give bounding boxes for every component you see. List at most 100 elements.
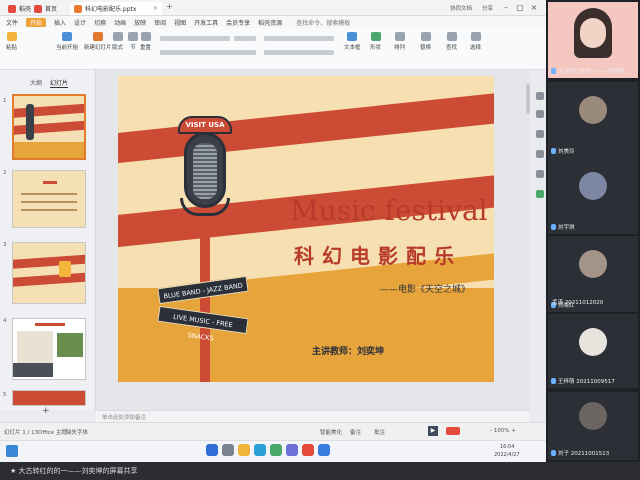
share-screen-icon[interactable]: [536, 130, 544, 138]
replace-label: 替换: [420, 45, 432, 51]
menu-developer[interactable]: 开发工具: [194, 18, 218, 27]
paste-button[interactable]: 粘贴: [6, 32, 17, 51]
play-slideshow-icon[interactable]: ▶: [428, 426, 438, 436]
current-slide[interactable]: VISIT USA BLUE BAND - JAZZ BAND LIVE MUS…: [118, 76, 494, 382]
window-tab-label: 首页: [45, 6, 58, 13]
paste-icon: [6, 32, 17, 41]
new-slide-icon: [92, 32, 103, 41]
menu-transition[interactable]: 切换: [94, 18, 106, 27]
menu-review[interactable]: 审阅: [154, 18, 166, 27]
record-icon[interactable]: [536, 150, 544, 158]
font-name-select[interactable]: [160, 36, 230, 41]
search-icon[interactable]: [222, 444, 234, 456]
windows-start-icon[interactable]: [6, 445, 18, 457]
slide-thumbnail-1[interactable]: [12, 94, 86, 160]
minimize-icon[interactable]: –: [500, 2, 512, 13]
slide-thumbnail-4[interactable]: [12, 318, 86, 380]
menu-view[interactable]: 视图: [174, 18, 186, 27]
start-menu-icon[interactable]: [206, 444, 218, 456]
menu-start[interactable]: 开始: [26, 17, 47, 27]
members-icon[interactable]: [536, 110, 544, 118]
wps-icon[interactable]: [302, 444, 314, 456]
layout-button[interactable]: 版式: [112, 32, 123, 51]
file-explorer-icon[interactable]: [238, 444, 250, 456]
menu-member[interactable]: 会员专享: [226, 18, 250, 27]
settings-icon[interactable]: [536, 170, 544, 178]
close-tab-icon[interactable]: ×: [153, 5, 158, 12]
participant-name: 王梓萌 20211009517: [551, 377, 615, 385]
status-bar: 幻灯片 1 / 13 Office 主题 缺失字体 智能美化 备注 批注 ▶ -…: [0, 422, 546, 440]
menu-animation[interactable]: 动画: [114, 18, 126, 27]
textbox-button[interactable]: 文本框: [344, 32, 361, 51]
new-tab-button[interactable]: +: [166, 2, 173, 11]
play-current-button[interactable]: 当前开始: [56, 32, 78, 51]
shape-button[interactable]: 形状: [370, 32, 381, 51]
window-tab-home[interactable]: 首页: [30, 2, 61, 15]
mic-icon: [551, 224, 556, 230]
participant-name: 刘美玲: [551, 147, 575, 155]
chrome-icon[interactable]: [270, 444, 282, 456]
notes-field[interactable]: 单击此处添加备注: [96, 410, 530, 422]
wps-ime-icon[interactable]: [446, 427, 460, 435]
tab-outline[interactable]: 大纲: [30, 78, 42, 87]
notes-toggle-button[interactable]: 备注: [350, 428, 361, 436]
slide-number: 2: [3, 170, 7, 176]
apps-icon[interactable]: [536, 190, 544, 198]
find-button[interactable]: 查找: [446, 32, 457, 51]
store-icon[interactable]: [286, 444, 298, 456]
font-style-tools[interactable]: [160, 50, 256, 55]
reset-button[interactable]: 重置: [140, 32, 151, 51]
avatar: [579, 250, 607, 278]
new-slide-label: 新建幻灯片: [84, 45, 112, 51]
meeting-app-icon[interactable]: [318, 444, 330, 456]
participant-tile[interactable]: 刘宇琪: [548, 158, 638, 234]
slide-thumbnail-3[interactable]: [12, 242, 86, 304]
maximize-icon[interactable]: ▢: [514, 2, 526, 13]
replace-button[interactable]: 替换: [420, 32, 431, 51]
add-slide-button[interactable]: +: [42, 406, 50, 416]
teacher-label: 主讲教师：刘奕坤: [312, 347, 385, 357]
slide-subtitle: 科幻电影配乐: [294, 244, 462, 268]
tab-slides[interactable]: 幻灯片: [50, 78, 69, 88]
align-tools[interactable]: [264, 50, 334, 55]
movie-label: ——电影《天空之城》: [380, 285, 471, 295]
command-search[interactable]: 查找命令、搜索模板: [296, 18, 350, 27]
section-button[interactable]: 节: [128, 32, 138, 51]
new-slide-button[interactable]: 新建幻灯片: [84, 32, 112, 51]
paragraph-tools[interactable]: [264, 36, 334, 41]
close-window-icon[interactable]: ×: [528, 2, 540, 13]
edge-icon[interactable]: [254, 444, 266, 456]
paste-label: 粘贴: [6, 45, 18, 51]
menu-insert[interactable]: 插入: [54, 18, 66, 27]
chat-icon[interactable]: [536, 92, 544, 100]
window-tab-document[interactable]: 科幻电影配乐.pptx ×: [70, 2, 162, 15]
avatar: [579, 402, 607, 430]
font-size-select[interactable]: [234, 36, 256, 41]
share-button[interactable]: 分享: [482, 4, 493, 12]
participant-tile[interactable]: 刘子 20211001513: [548, 392, 638, 460]
slide-title: Music festival: [290, 194, 488, 227]
participant-tile[interactable]: 大古转红的的一——刘奕坤: [548, 2, 638, 78]
participant-tile[interactable]: 王梓萌 20211009517: [548, 314, 638, 388]
replace-icon: [420, 32, 431, 41]
menu-file[interactable]: 文件: [6, 18, 18, 27]
comment-button[interactable]: 批注: [374, 428, 385, 436]
slide-thumbnail-5[interactable]: [12, 390, 86, 406]
menu-slideshow[interactable]: 放映: [134, 18, 146, 27]
screen-share-banner: ★ 大古转红的的一——刘奕坤的屏幕共享: [0, 462, 640, 480]
zoom-control[interactable]: - 100% +: [490, 428, 516, 434]
slide-thumbnail-2[interactable]: [12, 170, 86, 228]
arrange-button[interactable]: 排列: [394, 32, 405, 51]
arrange-icon: [394, 32, 405, 41]
missing-font-button[interactable]: 缺失字体: [66, 428, 88, 436]
menu-docer[interactable]: 稻壳资源: [258, 18, 282, 27]
menu-design[interactable]: 设计: [74, 18, 86, 27]
smart-beautify-button[interactable]: 智能美化: [320, 428, 342, 436]
select-button[interactable]: 选择: [470, 32, 481, 51]
shape-icon: [370, 32, 381, 41]
find-label: 查找: [446, 45, 458, 51]
participant-name: 刘子 20211001513: [551, 449, 609, 457]
canvas-scrollbar[interactable]: [526, 84, 530, 114]
collab-doc-button[interactable]: 协同文档: [450, 4, 472, 12]
participant-tile[interactable]: 刘美玲: [548, 82, 638, 158]
